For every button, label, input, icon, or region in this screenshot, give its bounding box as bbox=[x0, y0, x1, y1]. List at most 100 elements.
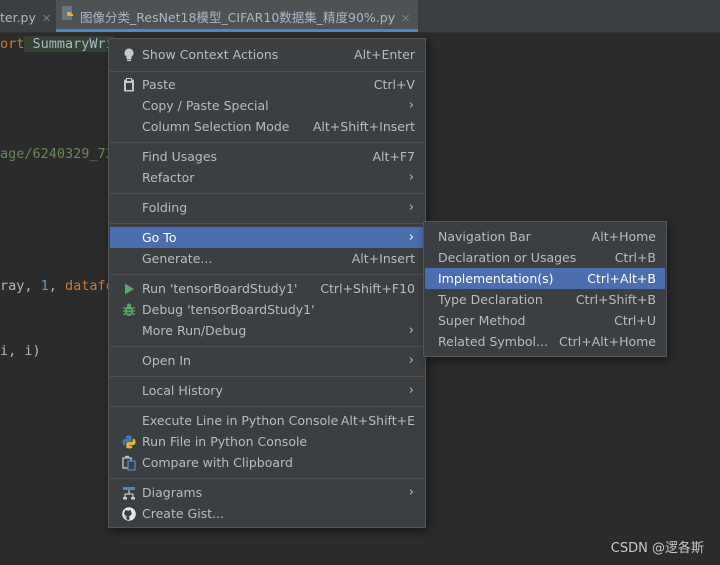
menu-item-label: Go To bbox=[142, 230, 177, 245]
menu-item-label: Run 'tensorBoardStudy1' bbox=[142, 281, 298, 296]
menu-item-run-file-console[interactable]: Run File in Python Console bbox=[110, 431, 424, 452]
watermark: CSDN @逻各斯 bbox=[610, 541, 704, 556]
goto-submenu: Navigation Bar Alt+Home Declaration or U… bbox=[423, 221, 667, 357]
menu-item-label: Execute Line in Python Console bbox=[142, 413, 339, 428]
menu-item-go-to[interactable]: Go To › bbox=[110, 227, 424, 248]
diagram-icon bbox=[121, 485, 137, 501]
menu-item-label: Implementation(s) bbox=[438, 271, 554, 286]
menu-item-label: Generate... bbox=[142, 251, 213, 266]
submenu-item-declaration-usages[interactable]: Declaration or Usages Ctrl+B bbox=[425, 247, 665, 268]
github-icon bbox=[121, 506, 137, 522]
menu-item-label: Column Selection Mode bbox=[142, 119, 290, 134]
code-line: ort SummaryWri bbox=[0, 36, 114, 52]
menu-item-shortcut: Ctrl+Alt+Home bbox=[558, 334, 656, 349]
compare-icon bbox=[121, 455, 137, 471]
code-text: , bbox=[48, 278, 66, 294]
menu-item-label: Super Method bbox=[438, 313, 526, 328]
menu-item-label: Local History bbox=[142, 383, 223, 398]
chevron-right-icon: › bbox=[408, 485, 414, 500]
menu-item-more-run-debug[interactable]: More Run/Debug › bbox=[110, 320, 424, 341]
submenu-item-navigation-bar[interactable]: Navigation Bar Alt+Home bbox=[425, 226, 665, 247]
chevron-right-icon: › bbox=[408, 98, 414, 113]
code-keyword: ort bbox=[0, 36, 25, 52]
chevron-right-icon: › bbox=[408, 170, 414, 185]
menu-item-shortcut: Ctrl+V bbox=[373, 77, 415, 92]
menu-item-diagrams[interactable]: Diagrams › bbox=[110, 482, 424, 503]
menu-item-shortcut: Alt+Shift+E bbox=[340, 413, 415, 428]
menu-item-find-usages[interactable]: Find Usages Alt+F7 bbox=[110, 146, 424, 167]
menu-item-shortcut: Ctrl+Alt+B bbox=[587, 271, 656, 286]
menu-separator bbox=[110, 346, 424, 347]
menu-separator bbox=[110, 193, 424, 194]
code-number: 1 bbox=[40, 278, 49, 294]
menu-item-generate[interactable]: Generate... Alt+Insert bbox=[110, 248, 424, 269]
chevron-right-icon: › bbox=[408, 383, 414, 398]
menu-item-label: Copy / Paste Special bbox=[142, 98, 269, 113]
menu-item-label: More Run/Debug bbox=[142, 323, 247, 338]
submenu-item-implementations[interactable]: Implementation(s) Ctrl+Alt+B bbox=[425, 268, 665, 289]
menu-item-label: Compare with Clipboard bbox=[142, 455, 293, 470]
submenu-item-super-method[interactable]: Super Method Ctrl+U bbox=[425, 310, 665, 331]
menu-separator bbox=[110, 142, 424, 143]
code-text: ray, bbox=[0, 278, 41, 294]
menu-item-label: Debug 'tensorBoardStudy1' bbox=[142, 302, 315, 317]
context-menu: Show Context Actions Alt+Enter Paste Ctr… bbox=[108, 38, 426, 528]
menu-item-label: Diagrams bbox=[142, 485, 203, 500]
menu-separator bbox=[110, 274, 424, 275]
debug-icon bbox=[121, 302, 137, 318]
menu-item-label: Paste bbox=[142, 77, 176, 92]
menu-item-folding[interactable]: Folding › bbox=[110, 197, 424, 218]
menu-item-copy-paste-special[interactable]: Copy / Paste Special › bbox=[110, 95, 424, 116]
menu-item-column-selection-mode[interactable]: Column Selection Mode Alt+Shift+Insert bbox=[110, 116, 424, 137]
menu-separator bbox=[110, 478, 424, 479]
menu-item-shortcut: Ctrl+U bbox=[614, 313, 656, 328]
menu-item-shortcut: Ctrl+Shift+F10 bbox=[320, 281, 415, 296]
menu-item-label: Create Gist... bbox=[142, 506, 225, 521]
menu-item-shortcut: Alt+F7 bbox=[372, 149, 415, 164]
submenu-item-related-symbol[interactable]: Related Symbol... Ctrl+Alt+Home bbox=[425, 331, 665, 352]
menu-item-shortcut: Ctrl+Shift+B bbox=[575, 292, 656, 307]
menu-item-local-history[interactable]: Local History › bbox=[110, 380, 424, 401]
menu-item-debug[interactable]: Debug 'tensorBoardStudy1' bbox=[110, 299, 424, 320]
menu-item-label: Declaration or Usages bbox=[438, 250, 577, 265]
menu-item-refactor[interactable]: Refactor › bbox=[110, 167, 424, 188]
chevron-right-icon: › bbox=[408, 323, 414, 338]
menu-item-shortcut: Alt+Home bbox=[591, 229, 656, 244]
code-line: ray, 1, datafo bbox=[0, 278, 114, 294]
submenu-item-type-declaration[interactable]: Type Declaration Ctrl+Shift+B bbox=[425, 289, 665, 310]
menu-separator bbox=[110, 406, 424, 407]
menu-item-paste[interactable]: Paste Ctrl+V bbox=[110, 74, 424, 95]
code-keyword: datafo bbox=[65, 278, 114, 294]
menu-item-create-gist[interactable]: Create Gist... bbox=[110, 503, 424, 524]
menu-item-execute-line[interactable]: Execute Line in Python Console Alt+Shift… bbox=[110, 410, 424, 431]
menu-item-open-in[interactable]: Open In › bbox=[110, 350, 424, 371]
code-line: i, i) bbox=[0, 343, 41, 359]
menu-item-label: Refactor bbox=[142, 170, 195, 185]
menu-item-shortcut: Ctrl+B bbox=[614, 250, 656, 265]
code-string: age/6240329_72 bbox=[0, 146, 114, 162]
menu-separator bbox=[110, 223, 424, 224]
menu-separator bbox=[110, 71, 424, 72]
code-line: age/6240329_72 bbox=[0, 146, 114, 162]
menu-item-label: Show Context Actions bbox=[142, 47, 279, 62]
menu-item-label: Navigation Bar bbox=[438, 229, 531, 244]
menu-item-shortcut: Alt+Shift+Insert bbox=[312, 119, 415, 134]
chevron-right-icon: › bbox=[408, 353, 414, 368]
menu-item-label: Run File in Python Console bbox=[142, 434, 308, 449]
menu-item-label: Open In bbox=[142, 353, 191, 368]
menu-item-shortcut: Alt+Insert bbox=[351, 251, 415, 266]
run-icon bbox=[121, 281, 137, 297]
menu-item-label: Find Usages bbox=[142, 149, 218, 164]
menu-item-show-context-actions[interactable]: Show Context Actions Alt+Enter bbox=[110, 44, 424, 65]
menu-item-compare-clipboard[interactable]: Compare with Clipboard bbox=[110, 452, 424, 473]
menu-item-run[interactable]: Run 'tensorBoardStudy1' Ctrl+Shift+F10 bbox=[110, 278, 424, 299]
menu-item-label: Type Declaration bbox=[438, 292, 543, 307]
lightbulb-icon bbox=[121, 47, 137, 63]
python-icon bbox=[121, 434, 137, 450]
menu-item-label: Folding bbox=[142, 200, 188, 215]
clipboard-icon bbox=[121, 77, 137, 93]
code-class: SummaryWri bbox=[24, 36, 114, 52]
code-text: i, i) bbox=[0, 343, 41, 359]
menu-item-label: Related Symbol... bbox=[438, 334, 548, 349]
chevron-right-icon: › bbox=[408, 230, 414, 245]
